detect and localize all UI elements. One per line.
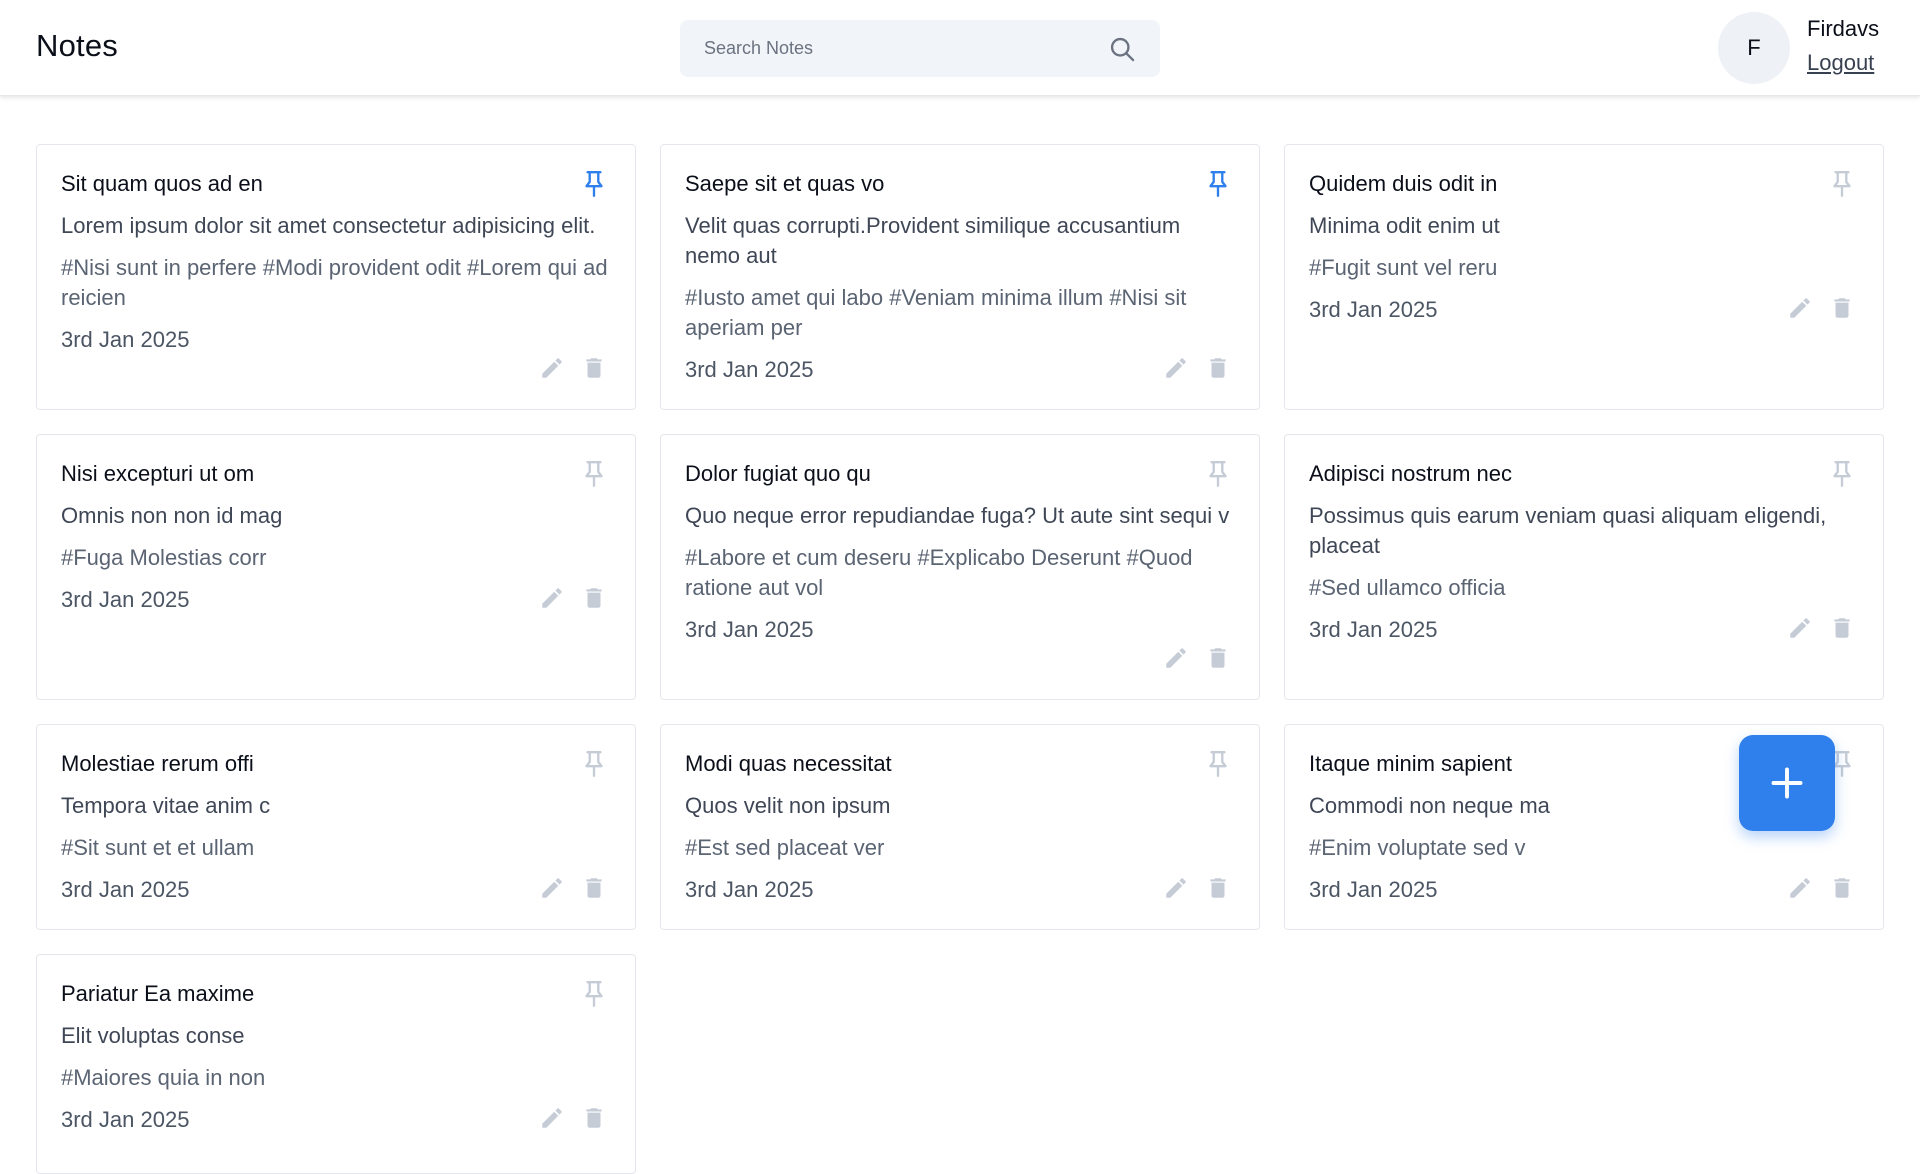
trash-icon[interactable] bbox=[581, 875, 607, 901]
note-date: 3rd Jan 2025 bbox=[61, 877, 190, 902]
pencil-icon[interactable] bbox=[539, 585, 565, 611]
note-content: Quo neque error repudiandae fuga? Ut aut… bbox=[685, 503, 1230, 528]
note-title: Modi quas necessitat bbox=[685, 751, 892, 776]
add-note-button[interactable] bbox=[1739, 735, 1835, 831]
pencil-icon[interactable] bbox=[539, 875, 565, 901]
note-title: Itaque minim sapient bbox=[1309, 751, 1512, 776]
pin-icon[interactable] bbox=[1205, 459, 1231, 489]
trash-icon[interactable] bbox=[1829, 615, 1855, 641]
trash-icon[interactable] bbox=[581, 1105, 607, 1131]
pencil-icon[interactable] bbox=[1163, 645, 1189, 671]
pin-icon[interactable] bbox=[1205, 749, 1231, 779]
pin-icon[interactable] bbox=[581, 169, 607, 199]
note-content: Lorem ipsum dolor sit amet consectetur a… bbox=[61, 213, 596, 238]
note-tags: #Nisi sunt in perfere #Modi provident od… bbox=[61, 255, 608, 310]
trash-icon[interactable] bbox=[1205, 645, 1231, 671]
note-content: Elit voluptas conse bbox=[61, 1023, 245, 1048]
trash-icon[interactable] bbox=[1829, 295, 1855, 321]
pencil-icon[interactable] bbox=[1163, 875, 1189, 901]
top-bar: Notes F Firdavs Logout bbox=[0, 0, 1920, 96]
note-card[interactable]: Modi quas necessitat Quos velit non ipsu… bbox=[660, 724, 1260, 930]
app-title: Notes bbox=[36, 28, 118, 63]
pin-icon[interactable] bbox=[1829, 459, 1855, 489]
pencil-icon[interactable] bbox=[539, 1105, 565, 1131]
pin-icon[interactable] bbox=[581, 979, 607, 1009]
note-tags: #Sed ullamco officia bbox=[1309, 575, 1506, 600]
note-content: Quos velit non ipsum bbox=[685, 793, 891, 818]
note-card[interactable]: Dolor fugiat quo qu Quo neque error repu… bbox=[660, 434, 1260, 700]
trash-icon[interactable] bbox=[1205, 355, 1231, 381]
trash-icon[interactable] bbox=[1205, 875, 1231, 901]
note-card[interactable]: Molestiae rerum offi Tempora vitae anim … bbox=[36, 724, 636, 930]
note-content: Tempora vitae anim c bbox=[61, 793, 271, 818]
search-box[interactable] bbox=[680, 20, 1160, 77]
note-date: 3rd Jan 2025 bbox=[685, 617, 814, 642]
note-date: 3rd Jan 2025 bbox=[1309, 297, 1438, 322]
note-tags: #Maiores quia in non bbox=[61, 1065, 266, 1090]
note-date: 3rd Jan 2025 bbox=[1309, 617, 1438, 642]
note-content: Possimus quis earum veniam quasi aliquam… bbox=[1309, 503, 1827, 558]
note-title: Saepe sit et quas vo bbox=[685, 171, 885, 196]
note-date: 3rd Jan 2025 bbox=[685, 357, 814, 382]
note-title: Molestiae rerum offi bbox=[61, 751, 254, 776]
logout-link[interactable]: Logout bbox=[1807, 50, 1874, 76]
note-date: 3rd Jan 2025 bbox=[61, 587, 190, 612]
plus-icon bbox=[1771, 767, 1803, 799]
note-card[interactable]: Sit quam quos ad en Lorem ipsum dolor si… bbox=[36, 144, 636, 410]
note-date: 3rd Jan 2025 bbox=[61, 1107, 190, 1132]
note-content: Minima odit enim ut bbox=[1309, 213, 1500, 238]
note-card[interactable]: Pariatur Ea maxime Elit voluptas conse #… bbox=[36, 954, 636, 1174]
trash-icon[interactable] bbox=[1829, 875, 1855, 901]
note-date: 3rd Jan 2025 bbox=[61, 327, 190, 352]
note-card[interactable]: Quidem duis odit in Minima odit enim ut … bbox=[1284, 144, 1884, 410]
note-tags: #Sit sunt et et ullam bbox=[61, 835, 255, 860]
note-title: Dolor fugiat quo qu bbox=[685, 461, 871, 486]
trash-icon[interactable] bbox=[581, 585, 607, 611]
note-tags: #Fugit sunt vel reru bbox=[1309, 255, 1498, 280]
user-name: Firdavs bbox=[1807, 16, 1880, 41]
search-icon[interactable] bbox=[1108, 35, 1136, 63]
avatar-initial: F bbox=[1747, 35, 1761, 60]
note-date: 3rd Jan 2025 bbox=[685, 877, 814, 902]
pin-icon[interactable] bbox=[1829, 169, 1855, 199]
note-date: 3rd Jan 2025 bbox=[1309, 877, 1438, 902]
note-tags: #Fuga Molestias corr bbox=[61, 545, 267, 570]
note-card[interactable]: Nisi excepturi ut om Omnis non non id ma… bbox=[36, 434, 636, 700]
pencil-icon[interactable] bbox=[1787, 295, 1813, 321]
note-title: Sit quam quos ad en bbox=[61, 171, 263, 196]
pencil-icon[interactable] bbox=[1787, 615, 1813, 641]
pin-icon[interactable] bbox=[1205, 169, 1231, 199]
note-content: Velit quas corrupti.Provident similique … bbox=[685, 213, 1181, 268]
note-content: Omnis non non id mag bbox=[61, 503, 283, 528]
note-tags: #Est sed placeat ver bbox=[685, 835, 885, 860]
trash-icon[interactable] bbox=[581, 355, 607, 381]
search-input[interactable] bbox=[680, 20, 1100, 77]
note-tags: #Enim voluptate sed v bbox=[1309, 835, 1526, 860]
note-title: Quidem duis odit in bbox=[1309, 171, 1498, 196]
note-tags: #Labore et cum deseru #Explicabo Deserun… bbox=[685, 545, 1193, 600]
note-card[interactable]: Adipisci nostrum nec Possimus quis earum… bbox=[1284, 434, 1884, 700]
avatar: F bbox=[1718, 12, 1790, 84]
note-title: Pariatur Ea maxime bbox=[61, 981, 255, 1006]
note-title: Adipisci nostrum nec bbox=[1309, 461, 1512, 486]
pencil-icon[interactable] bbox=[1787, 875, 1813, 901]
pencil-icon[interactable] bbox=[1163, 355, 1189, 381]
pencil-icon[interactable] bbox=[539, 355, 565, 381]
note-title: Nisi excepturi ut om bbox=[61, 461, 255, 486]
note-card[interactable]: Saepe sit et quas vo Velit quas corrupti… bbox=[660, 144, 1260, 410]
note-tags: #Iusto amet qui labo #Veniam minima illu… bbox=[685, 285, 1187, 340]
pin-icon[interactable] bbox=[581, 749, 607, 779]
pin-icon[interactable] bbox=[581, 459, 607, 489]
